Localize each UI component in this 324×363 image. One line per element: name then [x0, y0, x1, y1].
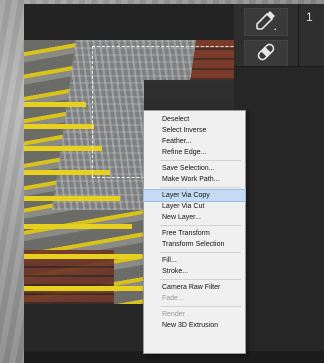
menu-separator: [160, 160, 241, 161]
ruler-number: 1: [306, 10, 313, 24]
menu-item-make-work-path[interactable]: Make Work Path...: [144, 174, 245, 185]
stair-stripe: [24, 170, 110, 175]
options-bar: [24, 4, 234, 40]
healing-brush-tool-button[interactable]: [244, 40, 288, 68]
menu-item-camera-raw-filter[interactable]: Camera Raw Filter: [144, 282, 245, 293]
stair-stripe: [24, 102, 86, 107]
stair-stripe: [24, 146, 102, 151]
tools-panel: 1: [234, 4, 324, 363]
menu-item-stroke[interactable]: Stroke...: [144, 266, 245, 277]
stair-stripe: [24, 254, 142, 259]
menu-item-free-transform[interactable]: Free Transform: [144, 228, 245, 239]
menu-separator: [160, 225, 241, 226]
menu-item-fade: Fade...: [162, 295, 184, 302]
stair-stripe: [24, 224, 132, 229]
menu-item-refine-edge[interactable]: Refine Edge...: [144, 147, 245, 158]
menu-separator: [160, 306, 241, 307]
panel-divider: [298, 4, 299, 66]
panel-dock: [234, 66, 324, 363]
menu-item-deselect[interactable]: Deselect: [144, 114, 245, 125]
menu-item-feather[interactable]: Feather...: [144, 136, 245, 147]
menu-item-new-3d-extrusion[interactable]: New 3D Extrusion: [144, 320, 245, 331]
menu-separator: [160, 279, 241, 280]
eyedropper-tool-button[interactable]: [244, 8, 288, 36]
stair-stripe: [24, 124, 94, 129]
stair-stripe: [24, 286, 152, 291]
menu-separator: [160, 252, 241, 253]
menu-item-layer-via-cut[interactable]: Layer Via Cut: [144, 201, 245, 212]
menu-item-render: Render: [162, 311, 185, 318]
menu-separator: [160, 187, 241, 188]
menu-item-save-selection[interactable]: Save Selection...: [144, 163, 245, 174]
menu-item-fill[interactable]: Fill...: [144, 255, 245, 266]
menu-item-transform-selection[interactable]: Transform Selection: [144, 239, 245, 250]
stair-stripe: [24, 196, 120, 201]
context-menu: Deselect Select Inverse Feather... Refine E…: [143, 110, 246, 354]
menu-item-layer-via-copy[interactable]: Layer Via Copy: [143, 189, 246, 202]
eyedropper-icon: [254, 8, 278, 37]
menu-item-select-inverse[interactable]: Select Inverse: [144, 125, 245, 136]
bandage-icon: [254, 40, 278, 69]
menu-item-new-layer[interactable]: New Layer...: [144, 212, 245, 223]
